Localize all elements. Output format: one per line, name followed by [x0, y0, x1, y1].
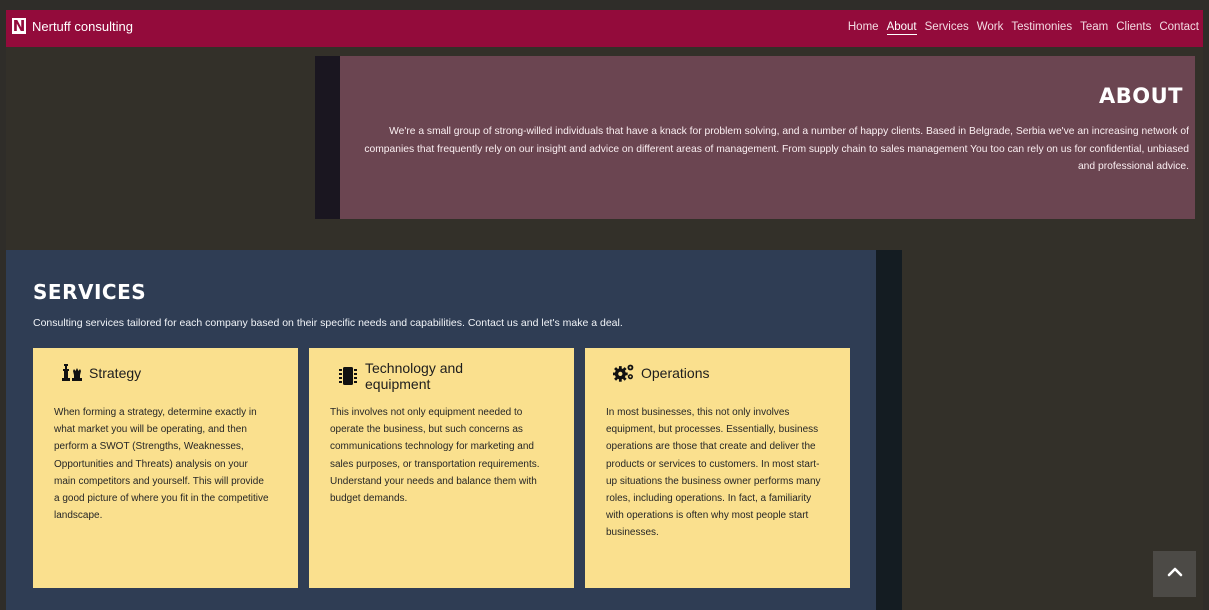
- brand-logo[interactable]: N: [12, 18, 26, 34]
- nav-link-services[interactable]: Services: [925, 21, 969, 35]
- services-accent-bar: [876, 250, 902, 610]
- nav-link-testimonies[interactable]: Testimonies: [1011, 21, 1072, 35]
- page: N Nertuff consulting Home About Services…: [6, 10, 1203, 610]
- card-header: Strategy: [61, 362, 141, 384]
- brand[interactable]: N Nertuff consulting: [12, 18, 133, 34]
- card-header: Operations: [613, 362, 709, 384]
- gears-icon: [613, 362, 635, 384]
- nav-link-about[interactable]: About: [886, 21, 917, 35]
- nav-link-clients[interactable]: Clients: [1116, 21, 1151, 35]
- nav-link-team[interactable]: Team: [1080, 21, 1108, 35]
- card-header: Technology and equipment: [337, 360, 495, 392]
- nav-link-work[interactable]: Work: [977, 21, 1004, 35]
- services-section: SERVICES Consulting services tailored fo…: [6, 250, 876, 610]
- card-body: When forming a strategy, determine exact…: [54, 407, 269, 522]
- chevron-up-icon: [1167, 565, 1183, 583]
- about-text: We're a small group of strong-willed ind…: [364, 126, 1189, 172]
- about-title: ABOUT: [1099, 84, 1183, 108]
- about-section: ABOUT We're a small group of strong-will…: [340, 56, 1195, 219]
- nav-link-contact[interactable]: Contact: [1159, 21, 1199, 35]
- navbar: N Nertuff consulting Home About Services…: [6, 10, 1203, 47]
- chess-icon: [61, 362, 83, 384]
- card-body: This involves not only equipment needed …: [330, 407, 540, 505]
- service-card-technology: Technology and equipment This involves n…: [309, 348, 574, 588]
- nav-links: Home About Services Work Testimonies Tea…: [848, 21, 1199, 35]
- card-title: Operations: [641, 365, 710, 381]
- about-accent-bar: [315, 56, 340, 219]
- services-lead: Consulting services tailored for each co…: [33, 317, 623, 329]
- back-to-top-button[interactable]: [1153, 551, 1196, 597]
- nav-link-home[interactable]: Home: [848, 21, 879, 35]
- brand-name[interactable]: Nertuff consulting: [32, 19, 133, 34]
- card-title: Technology and equipment: [365, 360, 464, 392]
- card-title: Strategy: [89, 365, 142, 381]
- microchip-icon: [337, 365, 359, 387]
- service-card-strategy: Strategy When forming a strategy, determ…: [33, 348, 298, 588]
- services-title: SERVICES: [33, 280, 147, 304]
- card-body: In most businesses, this not only involv…: [606, 407, 821, 539]
- service-card-operations: Operations In most businesses, this not …: [585, 348, 850, 588]
